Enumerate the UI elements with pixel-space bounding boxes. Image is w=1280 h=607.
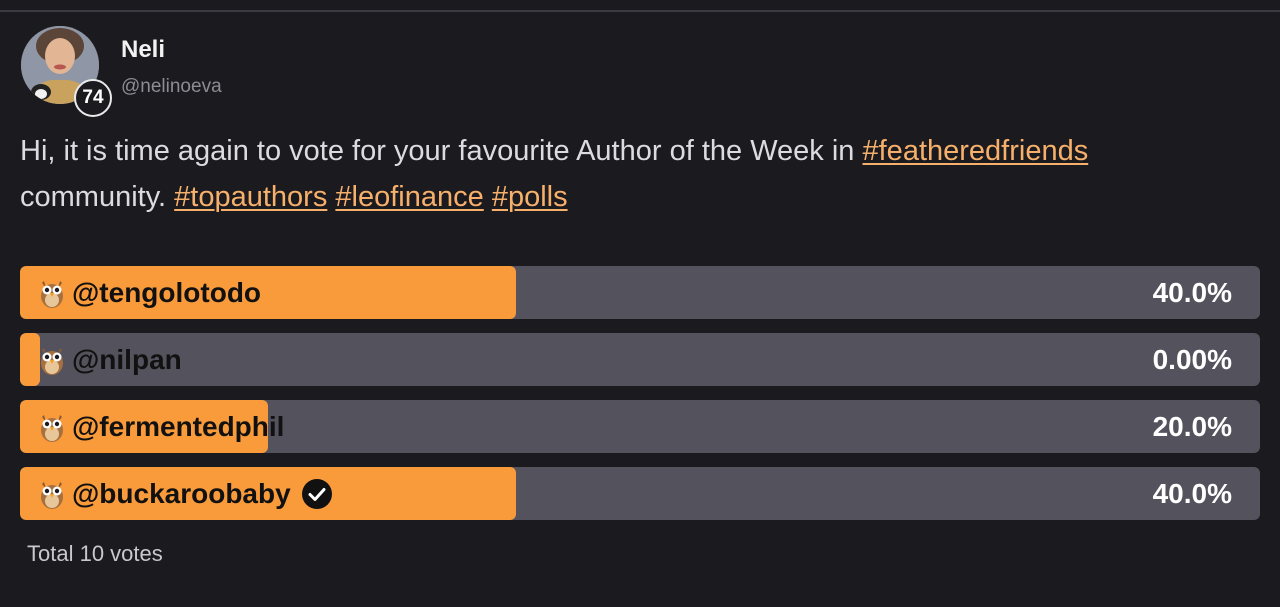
post-text: community. xyxy=(20,181,175,213)
poll-option[interactable]: @tengolotodo 40.0% xyxy=(20,266,1260,319)
hashtag-polls[interactable]: #polls xyxy=(492,181,568,213)
poll-option-label: @buckaroobaby xyxy=(72,477,291,509)
poll-option-label: @tengolotodo xyxy=(72,276,262,308)
poll-option[interactable]: @fermentedphil 20.0% xyxy=(20,400,1260,453)
poll: @tengolotodo 40.0% @nilpan 0.00% @fermen… xyxy=(20,266,1260,534)
hashtag-leofinance[interactable]: #leofinance xyxy=(335,181,483,213)
poll-option-percent: 20.0% xyxy=(1152,410,1232,442)
post-text: Hi, it is time again to vote for your fa… xyxy=(20,135,863,167)
owl-icon xyxy=(41,414,63,442)
poll-option-fill xyxy=(20,333,40,386)
poll-option-label: @fermentedphil xyxy=(72,410,285,442)
poll-post: 74 Neli @nelinoeva Hi, it is time again … xyxy=(0,0,1280,607)
owl-icon xyxy=(41,481,63,509)
hashtag-featheredfriends[interactable]: #featheredfriends xyxy=(863,135,1089,167)
owl-icon xyxy=(41,347,63,375)
avatar-container[interactable]: 74 xyxy=(21,26,112,117)
poll-option[interactable]: @nilpan 0.00% xyxy=(20,333,1260,386)
author-username[interactable]: @nelinoeva xyxy=(121,76,222,98)
post-body: Hi, it is time again to vote for your fa… xyxy=(20,128,1260,220)
voted-check-icon xyxy=(301,478,332,509)
author-display-name[interactable]: Neli xyxy=(121,36,165,64)
poll-option-percent: 0.00% xyxy=(1152,343,1232,375)
reputation-badge: 74 xyxy=(74,79,112,117)
owl-icon xyxy=(41,280,63,308)
hashtag-topauthors[interactable]: #topauthors xyxy=(174,181,327,213)
poll-option-percent: 40.0% xyxy=(1152,276,1232,308)
poll-option-percent: 40.0% xyxy=(1152,477,1232,509)
total-votes: Total 10 votes xyxy=(27,541,163,566)
poll-option[interactable]: @buckaroobaby 40.0% xyxy=(20,467,1260,520)
poll-option-label: @nilpan xyxy=(72,343,182,375)
